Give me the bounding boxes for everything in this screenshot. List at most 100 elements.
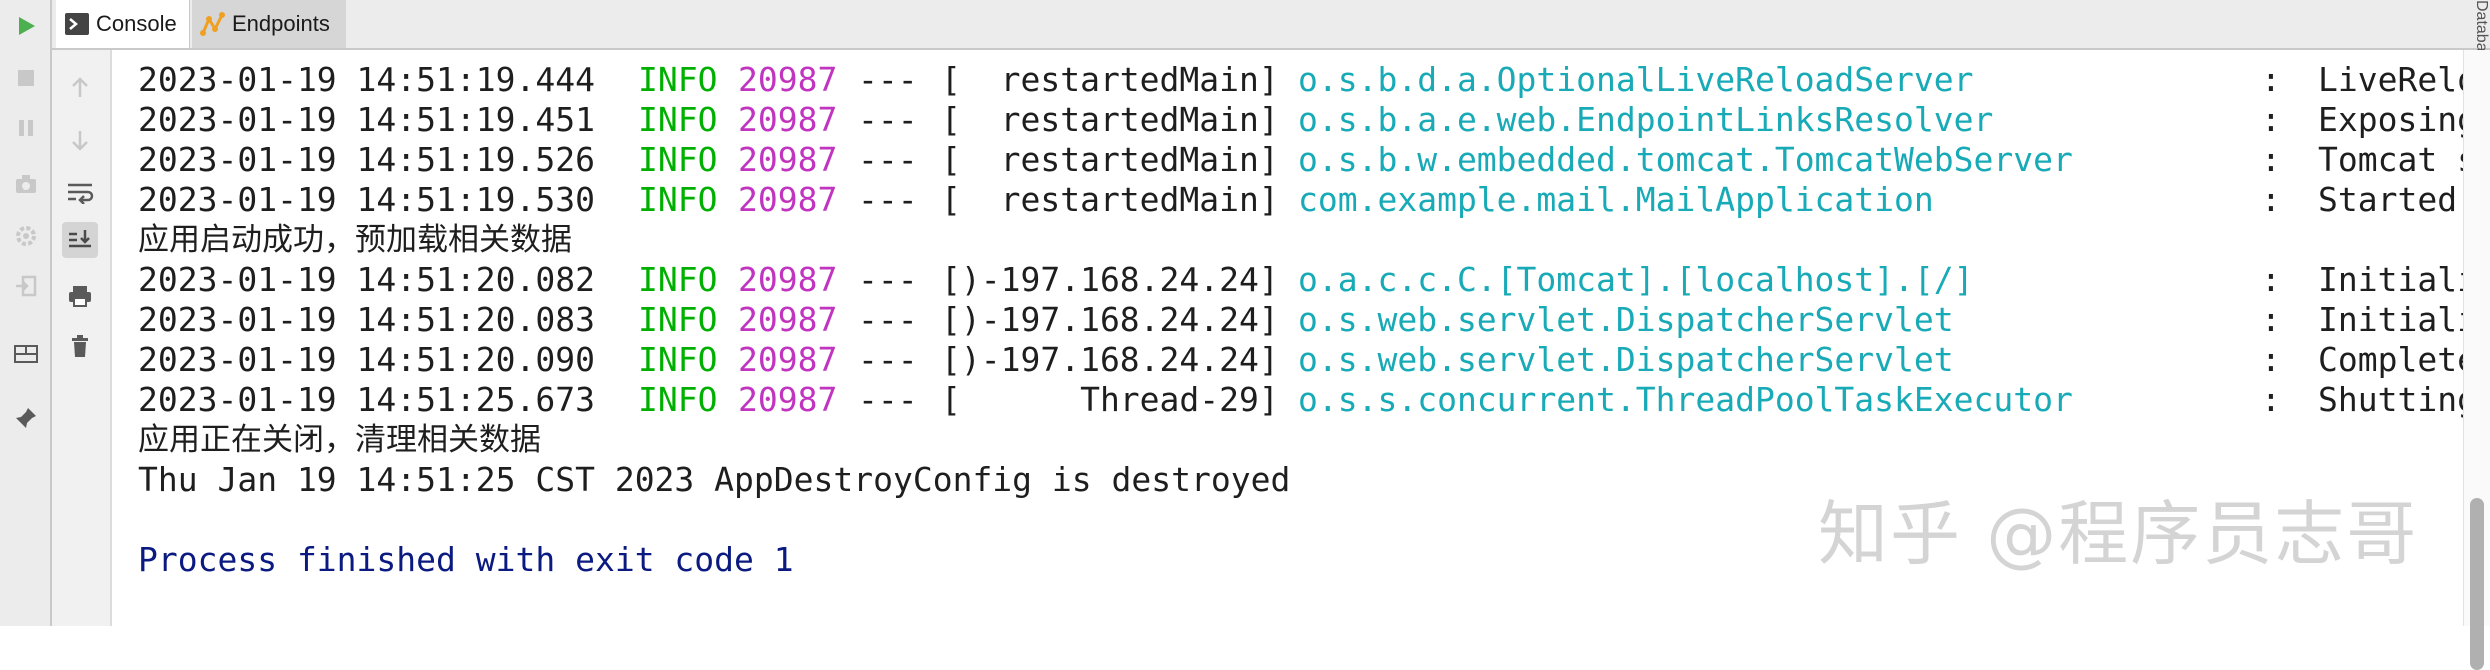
scroll-down-icon[interactable] xyxy=(62,122,98,158)
log-separator: --- xyxy=(858,340,918,379)
log-separator: --- xyxy=(858,100,918,139)
exit-icon[interactable] xyxy=(8,268,44,304)
log-timestamp: 2023-01-19 14:51:19.530 xyxy=(138,180,595,219)
log-logger: o.s.b.a.e.web.EndpointLinksResolver xyxy=(1298,100,1994,139)
scrollbar-thumb[interactable] xyxy=(2470,498,2484,670)
plain-output: 应用正在关闭，清理相关数据 xyxy=(138,422,541,458)
log-pid: 20987 xyxy=(738,300,838,339)
log-colon: : xyxy=(2261,300,2281,339)
side-tool-label[interactable]: Database xyxy=(2466,0,2490,50)
log-timestamp: 2023-01-19 14:51:19.526 xyxy=(138,140,595,179)
scroll-up-icon[interactable] xyxy=(62,70,98,106)
endpoints-icon xyxy=(200,11,226,37)
log-pid: 20987 xyxy=(738,100,838,139)
plain-output: Thu Jan 19 14:51:25 CST 2023 AppDestroyC… xyxy=(138,460,1291,499)
camera-icon[interactable] xyxy=(8,166,44,202)
log-thread: [ restartedMain] xyxy=(941,60,1279,99)
pin-icon[interactable] xyxy=(8,400,44,436)
exit-line: Process finished with exit code 1 xyxy=(138,540,794,580)
log-thread: [)-197.168.24.24] xyxy=(941,340,1279,379)
log-message: LiveReload serve xyxy=(2318,60,2468,99)
log-line: 2023-01-19 14:51:20.083 INFO 20987 --- [… xyxy=(138,300,2468,340)
settings-icon[interactable] xyxy=(8,218,44,254)
log-message: Initializing Spr xyxy=(2318,260,2468,299)
log-timestamp: 2023-01-19 14:51:25.673 xyxy=(138,380,595,419)
log-timestamp: 2023-01-19 14:51:20.090 xyxy=(138,340,595,379)
log-thread: [)-197.168.24.24] xyxy=(941,260,1279,299)
log-logger: o.s.web.servlet.DispatcherServlet xyxy=(1298,340,1954,379)
log-logger: o.s.b.w.embedded.tomcat.TomcatWebServer xyxy=(1298,140,2073,179)
log-colon: : xyxy=(2261,260,2281,299)
log-colon: : xyxy=(2261,60,2281,99)
log-level: INFO xyxy=(638,180,718,219)
log-level: INFO xyxy=(638,260,718,299)
log-line: 2023-01-19 14:51:19.526 INFO 20987 --- [… xyxy=(138,140,2468,180)
log-colon: : xyxy=(2261,340,2281,379)
log-pid: 20987 xyxy=(738,140,838,179)
log-pid: 20987 xyxy=(738,380,838,419)
log-thread: [ restartedMain] xyxy=(941,180,1279,219)
log-level: INFO xyxy=(638,300,718,339)
run-icon[interactable] xyxy=(8,8,44,44)
console-toolbar xyxy=(52,50,112,626)
soft-wrap-icon[interactable] xyxy=(62,174,98,210)
log-timestamp: 2023-01-19 14:51:20.082 xyxy=(138,260,595,299)
vertical-scrollbar[interactable] xyxy=(2463,50,2490,670)
log-line: 2023-01-19 14:51:19.444 INFO 20987 --- [… xyxy=(138,60,2468,100)
log-logger: o.a.c.c.C.[Tomcat].[localhost].[/] xyxy=(1298,260,1974,299)
plain-output: 应用启动成功，预加载相关数据 xyxy=(138,222,572,258)
log-logger: o.s.b.d.a.OptionalLiveReloadServer xyxy=(1298,60,1974,99)
log-logger: com.example.mail.MailApplication xyxy=(1298,180,1934,219)
console-icon xyxy=(64,11,90,37)
tab-endpoints-label: Endpoints xyxy=(232,11,330,36)
stop-icon[interactable] xyxy=(8,60,44,96)
output-line: 应用启动成功，预加载相关数据 xyxy=(138,220,572,260)
log-timestamp: 2023-01-19 14:51:19.451 xyxy=(138,100,595,139)
log-pid: 20987 xyxy=(738,260,838,299)
left-toolbar xyxy=(0,0,52,626)
log-separator: --- xyxy=(858,180,918,219)
log-line: 2023-01-19 14:51:25.673 INFO 20987 --- [… xyxy=(138,380,2468,420)
log-pid: 20987 xyxy=(738,60,838,99)
process-exit-message: Process finished with exit code 1 xyxy=(138,540,794,579)
log-level: INFO xyxy=(638,140,718,179)
log-pid: 20987 xyxy=(738,340,838,379)
log-message: Tomcat started o xyxy=(2318,140,2468,179)
log-line: 2023-01-19 14:51:20.090 INFO 20987 --- [… xyxy=(138,340,2468,380)
log-thread: [)-197.168.24.24] xyxy=(941,300,1279,339)
log-line: 2023-01-19 14:51:19.530 INFO 20987 --- [… xyxy=(138,180,2457,220)
log-colon: : xyxy=(2261,180,2281,219)
pause-icon[interactable] xyxy=(8,110,44,146)
log-level: INFO xyxy=(638,60,718,99)
log-thread: [ Thread-29] xyxy=(941,380,1279,419)
log-thread: [ restartedMain] xyxy=(941,100,1279,139)
tab-console-label: Console xyxy=(96,11,177,36)
log-logger: o.s.web.servlet.DispatcherServlet xyxy=(1298,300,1954,339)
log-pid: 20987 xyxy=(738,180,838,219)
log-line: 2023-01-19 14:51:19.451 INFO 20987 --- [… xyxy=(138,100,2468,140)
watermark: 知乎 @程序员志哥 xyxy=(1818,493,2419,575)
print-icon[interactable] xyxy=(62,278,98,314)
scroll-to-end-icon[interactable] xyxy=(62,222,98,258)
tab-endpoints[interactable]: Endpoints xyxy=(192,0,346,48)
log-timestamp: 2023-01-19 14:51:20.083 xyxy=(138,300,595,339)
output-line: Thu Jan 19 14:51:25 CST 2023 AppDestroyC… xyxy=(138,460,1290,500)
log-line: 2023-01-19 14:51:20.082 INFO 20987 --- [… xyxy=(138,260,2468,300)
log-separator: --- xyxy=(858,300,918,339)
log-timestamp: 2023-01-19 14:51:19.444 xyxy=(138,60,595,99)
log-colon: : xyxy=(2261,140,2281,179)
log-message: Started MailAppl xyxy=(2318,180,2458,219)
tab-console[interactable]: Console xyxy=(56,0,190,48)
log-level: INFO xyxy=(638,340,718,379)
log-message: Initializing Ser xyxy=(2318,300,2468,339)
log-logger: o.s.s.concurrent.ThreadPoolTaskExecutor xyxy=(1298,380,2073,419)
layout-icon[interactable] xyxy=(8,336,44,372)
output-line: 应用正在关闭，清理相关数据 xyxy=(138,420,541,460)
clear-icon[interactable] xyxy=(62,328,98,364)
log-message: Exposing 1 endpo xyxy=(2318,100,2468,139)
tool-window-tabs: Console Endpoints Database xyxy=(52,0,2490,50)
log-level: INFO xyxy=(638,100,718,139)
log-colon: : xyxy=(2261,380,2281,419)
log-separator: --- xyxy=(858,140,918,179)
